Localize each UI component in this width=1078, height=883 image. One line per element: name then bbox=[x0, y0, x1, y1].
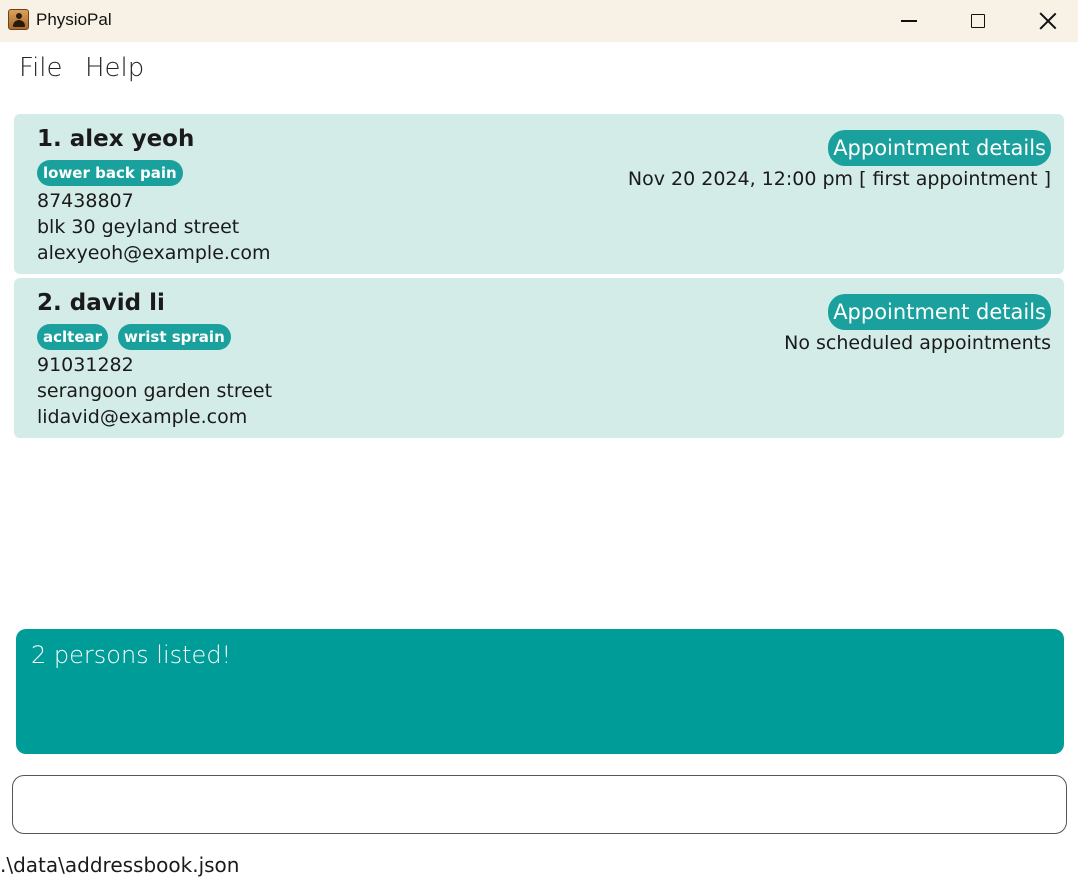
appointment-details-button[interactable]: Appointment details bbox=[828, 294, 1051, 330]
minimize-button[interactable] bbox=[874, 0, 944, 42]
menu-help[interactable]: Help bbox=[85, 53, 144, 83]
title-bar: PhysioPal bbox=[0, 0, 1078, 42]
appointment-info: No scheduled appointments bbox=[784, 332, 1051, 354]
minimize-icon bbox=[901, 20, 917, 22]
status-bar-path: .\data\addressbook.json bbox=[0, 853, 240, 877]
tag: wrist sprain bbox=[118, 324, 231, 350]
menu-file[interactable]: File bbox=[19, 53, 63, 83]
person-name: 1. alex yeoh bbox=[37, 126, 195, 152]
close-icon bbox=[1039, 12, 1057, 30]
command-input[interactable] bbox=[12, 775, 1067, 834]
app-icon bbox=[8, 9, 29, 30]
appointment-details-button[interactable]: Appointment details bbox=[828, 130, 1051, 166]
person-email: alexyeoh@example.com bbox=[37, 242, 271, 264]
person-card[interactable]: 2. david li acltear wrist sprain 9103128… bbox=[14, 278, 1064, 438]
maximize-icon bbox=[971, 14, 985, 28]
person-name: 2. david li bbox=[37, 290, 165, 316]
person-phone: 87438807 bbox=[37, 190, 134, 212]
tag: acltear bbox=[37, 324, 109, 350]
person-card[interactable]: 1. alex yeoh lower back pain 87438807 bl… bbox=[14, 114, 1064, 274]
close-button[interactable] bbox=[1013, 0, 1078, 42]
appointment-info: Nov 20 2024, 12:00 pm [ first appointmen… bbox=[627, 168, 1051, 190]
person-phone: 91031282 bbox=[37, 354, 134, 376]
tag-list: acltear wrist sprain bbox=[37, 324, 231, 350]
result-display: 2 persons listed! bbox=[16, 629, 1064, 754]
tag-list: lower back pain bbox=[37, 160, 183, 186]
window-title: PhysioPal bbox=[36, 10, 112, 29]
tag: lower back pain bbox=[37, 160, 183, 186]
maximize-button[interactable] bbox=[943, 0, 1013, 42]
person-email: lidavid@example.com bbox=[37, 406, 248, 428]
result-message: 2 persons listed! bbox=[31, 641, 232, 669]
menu-bar: File Help bbox=[0, 42, 1078, 98]
person-address: blk 30 geyland street bbox=[37, 216, 240, 238]
person-address: serangoon garden street bbox=[37, 380, 273, 402]
